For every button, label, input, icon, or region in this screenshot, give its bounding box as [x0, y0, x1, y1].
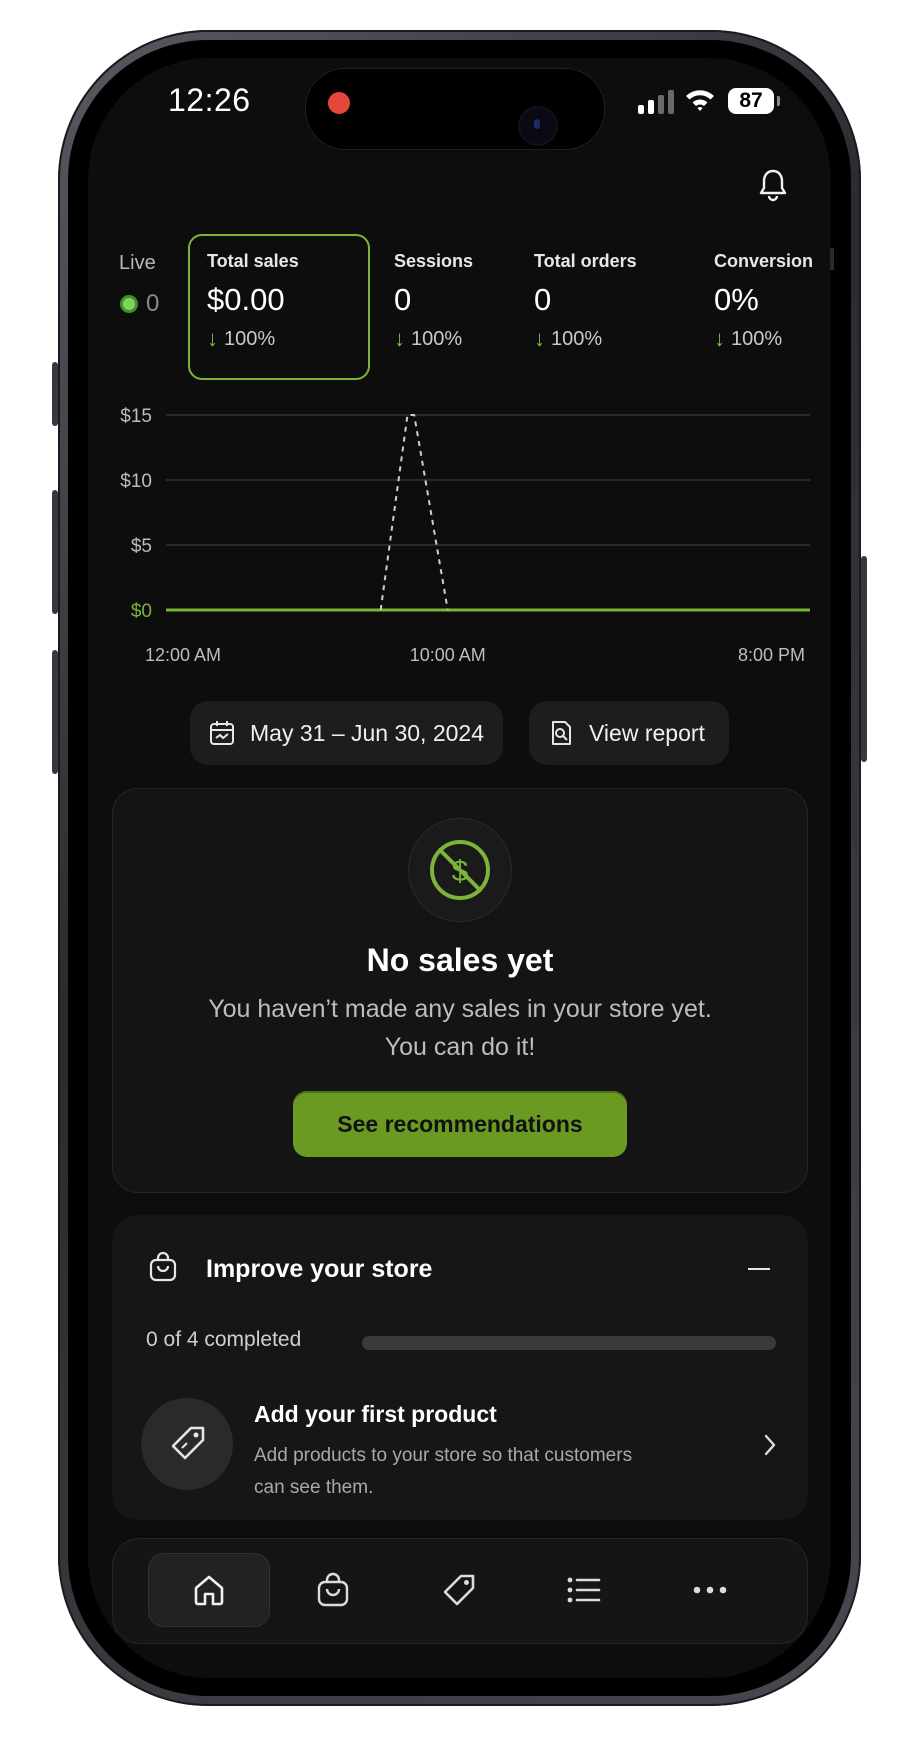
- metric-value: $0.00: [207, 282, 285, 317]
- phone-volume-down-button: [52, 650, 58, 774]
- arrow-down-icon: ↓: [394, 326, 405, 351]
- y-tick-label: $0: [131, 601, 152, 622]
- chevron-right-icon[interactable]: [762, 1432, 778, 1458]
- x-tick-label: 8:00 PM: [738, 645, 805, 665]
- x-tick-label: 10:00 AM: [410, 645, 486, 665]
- progress-text: 0 of 4 completed: [146, 1328, 302, 1351]
- live-visitors: 0: [120, 290, 159, 318]
- metric-label: Total sales: [207, 251, 299, 271]
- metric-delta-value: 100%: [551, 327, 603, 350]
- notification-bell-icon[interactable]: [758, 168, 788, 202]
- series-line-comparison: [379, 414, 449, 611]
- improve-store-title: Improve your store: [206, 1255, 433, 1283]
- list-icon: [567, 1577, 601, 1603]
- status-time: 12:26: [168, 82, 251, 118]
- arrow-down-icon: ↓: [534, 326, 545, 351]
- more-icon: [693, 1586, 727, 1594]
- arrow-down-icon: ↓: [207, 326, 218, 351]
- price-tag-icon: [171, 1426, 205, 1460]
- sales-chart: $15 $10 $5 $0 12:00 AM 10:00 AM 8:00 PM: [120, 406, 810, 665]
- date-range-button[interactable]: May 31 – Jun 30, 2024: [190, 701, 503, 765]
- battery-indicator: 87: [728, 88, 780, 114]
- collapse-minus-icon[interactable]: [748, 1268, 770, 1270]
- y-tick-label: $15: [120, 406, 152, 427]
- live-label: Live: [119, 252, 156, 274]
- no-sales-title: No sales yet: [366, 942, 554, 978]
- tag-icon: [443, 1574, 475, 1606]
- tab-more[interactable]: [649, 1553, 771, 1627]
- calendar-icon: [210, 721, 234, 745]
- no-sales-subtitle: You haven’t made any sales in your store…: [200, 990, 720, 1066]
- report-icon: [552, 721, 571, 745]
- no-sales-line-2: You can do it!: [384, 1033, 536, 1061]
- y-tick-label: $10: [120, 471, 152, 492]
- tab-lists[interactable]: [523, 1553, 645, 1627]
- view-report-button[interactable]: View report: [529, 701, 729, 765]
- metric-delta-value: 100%: [411, 327, 463, 350]
- y-tick-label: $5: [131, 536, 152, 557]
- progress-bar: [362, 1336, 776, 1350]
- recording-indicator-icon: [328, 92, 350, 114]
- metric-label: Sessions: [394, 251, 474, 271]
- live-dot-icon: [120, 295, 138, 313]
- metric-delta-value: 100%: [224, 327, 276, 350]
- bag-icon: [317, 1572, 349, 1607]
- tab-home[interactable]: [148, 1553, 270, 1627]
- date-range-label: May 31 – Jun 30, 2024: [250, 719, 484, 746]
- task-icon-wrap: [141, 1398, 233, 1490]
- metric-value: 0: [534, 282, 552, 317]
- no-sales-line-1: You haven’t made any sales in your store…: [208, 995, 712, 1023]
- metric-delta: ↓ 100%: [394, 326, 473, 352]
- no-dollar-icon: $: [430, 840, 490, 900]
- metric-label: Total orders: [534, 251, 637, 271]
- tab-orders[interactable]: [272, 1553, 394, 1627]
- live-count: 0: [146, 290, 160, 317]
- metric-delta: ↓ 100%: [714, 326, 813, 352]
- metric-value: 0: [394, 282, 412, 317]
- metric-total-sales[interactable]: Total sales $0.00 ↓ 100%: [207, 251, 299, 352]
- metrics-scroll-edge: [830, 248, 834, 270]
- task-description: Add products to your store so that custo…: [254, 1445, 633, 1498]
- phone-power-button: [861, 556, 867, 762]
- metric-total-orders[interactable]: Total orders 0 ↓ 100%: [534, 251, 637, 352]
- metric-value: 0%: [714, 282, 759, 317]
- phone-volume-up-button: [52, 490, 58, 614]
- see-recommendations-button[interactable]: See recommendations: [293, 1091, 627, 1157]
- arrow-down-icon: ↓: [714, 326, 725, 351]
- shopping-bag-icon: [149, 1251, 177, 1282]
- dynamic-island: [305, 68, 605, 150]
- metric-label: Conversion: [714, 251, 814, 271]
- metric-delta: ↓ 100%: [534, 326, 637, 352]
- cellular-signal-icon: [638, 90, 674, 114]
- metric-delta-value: 100%: [731, 327, 783, 350]
- task-title[interactable]: Add your first product: [254, 1401, 497, 1428]
- home-icon: [194, 1575, 224, 1606]
- phone-action-button: [52, 362, 58, 426]
- metric-sessions[interactable]: Sessions 0 ↓ 100%: [394, 251, 473, 352]
- tab-products[interactable]: [398, 1553, 520, 1627]
- wifi-icon: [686, 90, 714, 111]
- view-report-label: View report: [589, 719, 705, 746]
- no-sales-icon-wrap: $: [408, 818, 512, 922]
- metric-conversion[interactable]: Conversion 0% ↓ 100%: [714, 251, 813, 352]
- metric-delta: ↓ 100%: [207, 326, 299, 352]
- front-camera: [520, 108, 556, 144]
- x-tick-label: 12:00 AM: [145, 645, 221, 665]
